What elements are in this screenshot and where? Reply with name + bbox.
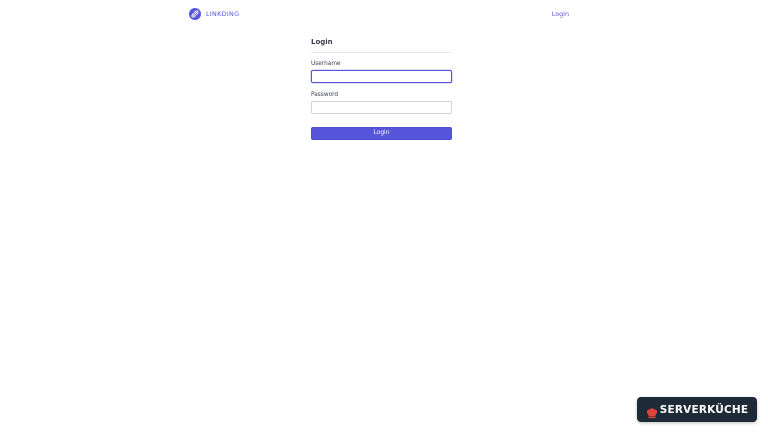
password-input[interactable] [311,101,452,114]
username-input[interactable] [311,70,452,83]
login-submit-button[interactable]: Login [311,127,452,140]
nav-login-link[interactable]: Login [552,8,569,20]
login-title: Login [311,36,452,53]
password-label: Password [311,92,339,98]
top-navbar: LINKDING Login [189,8,571,22]
username-label: Username [311,61,341,67]
chef-hat-icon [646,404,658,419]
page: LINKDING Login Login Username Password L… [0,0,768,432]
linkding-logo-icon [189,8,201,20]
watermark-text: SERVERKÜCHE [659,403,749,416]
serverkueche-watermark: SERVERKÜCHE [637,397,757,422]
brand-name: LINKDING [206,10,240,18]
login-section: Login Username Password Login [311,36,452,140]
brand-link[interactable]: LINKDING [189,8,239,20]
